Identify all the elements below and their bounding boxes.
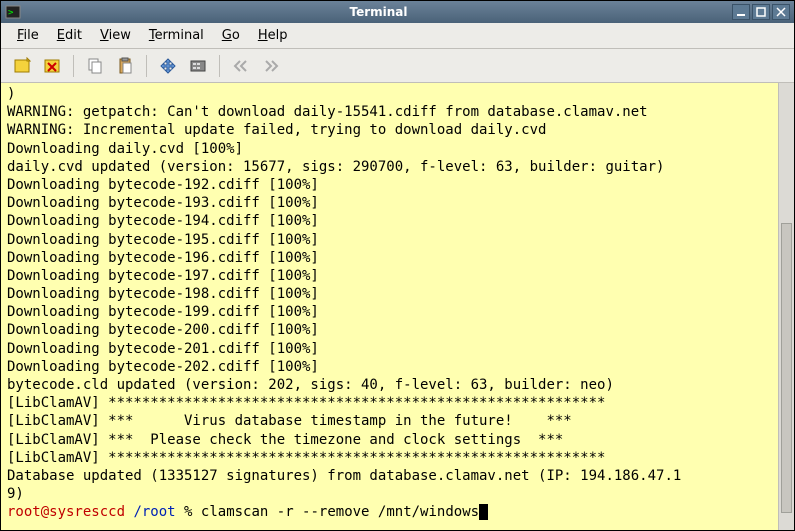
copy-button[interactable] xyxy=(82,53,108,79)
terminal-line: [LibClamAV] *** Please check the timezon… xyxy=(7,431,770,449)
menu-go[interactable]: Go xyxy=(214,26,248,45)
terminal-output[interactable]: )WARNING: getpatch: Can't download daily… xyxy=(1,83,794,530)
terminal-line: Downloading bytecode-199.cdiff [100%] xyxy=(7,303,770,321)
prompt-symbol: % xyxy=(176,504,201,520)
terminal-line: [LibClamAV] ****************************… xyxy=(7,394,770,412)
app-icon: > xyxy=(5,4,21,20)
terminal-line: Downloading bytecode-198.cdiff [100%] xyxy=(7,285,770,303)
prompt-line[interactable]: root@sysresccd /root % clamscan -r --rem… xyxy=(7,503,788,521)
toolbar-separator xyxy=(146,55,147,77)
menu-terminal[interactable]: Terminal xyxy=(141,26,212,45)
terminal-line: Downloading bytecode-195.cdiff [100%] xyxy=(7,231,770,249)
window-controls xyxy=(732,4,790,20)
fullscreen-button[interactable] xyxy=(155,53,181,79)
menu-view[interactable]: View xyxy=(92,26,139,45)
terminal-line: [LibClamAV] *** Virus database timestamp… xyxy=(7,412,770,430)
minimize-button[interactable] xyxy=(732,4,750,20)
terminal-line: Downloading bytecode-193.cdiff [100%] xyxy=(7,194,770,212)
window-title: Terminal xyxy=(25,5,732,19)
previous-button[interactable] xyxy=(228,53,254,79)
scrollbar-thumb[interactable] xyxy=(781,223,792,513)
terminal-line: daily.cvd updated (version: 15677, sigs:… xyxy=(7,158,770,176)
menu-edit[interactable]: Edit xyxy=(49,26,90,45)
terminal-line: bytecode.cld updated (version: 202, sigs… xyxy=(7,376,770,394)
terminal-line: Downloading bytecode-201.cdiff [100%] xyxy=(7,340,770,358)
maximize-button[interactable] xyxy=(752,4,770,20)
prompt-user: root@sysresccd xyxy=(7,504,125,520)
scrollbar[interactable] xyxy=(778,83,794,530)
cursor xyxy=(479,504,488,520)
terminal-line: Downloading bytecode-194.cdiff [100%] xyxy=(7,212,770,230)
terminal-line: 9) xyxy=(7,485,770,503)
close-button[interactable] xyxy=(772,4,790,20)
terminal-content: )WARNING: getpatch: Can't download daily… xyxy=(1,83,794,530)
terminal-line: WARNING: getpatch: Can't download daily-… xyxy=(7,103,770,121)
terminal-line: Downloading bytecode-197.cdiff [100%] xyxy=(7,267,770,285)
close-tab-button[interactable] xyxy=(39,53,65,79)
titlebar[interactable]: > Terminal xyxy=(1,1,794,23)
toolbar-separator xyxy=(73,55,74,77)
terminal-line: Downloading bytecode-192.cdiff [100%] xyxy=(7,176,770,194)
paste-button[interactable] xyxy=(112,53,138,79)
terminal-line: Downloading bytecode-196.cdiff [100%] xyxy=(7,249,770,267)
terminal-line: WARNING: Incremental update failed, tryi… xyxy=(7,121,770,139)
terminal-window: > Terminal File Edit View Terminal Go He… xyxy=(0,0,795,531)
toolbar-separator xyxy=(219,55,220,77)
svg-text:>: > xyxy=(8,8,14,18)
prompt-command: clamscan -r --remove /mnt/windows xyxy=(201,504,479,520)
prompt-path: /root xyxy=(133,504,175,520)
terminal-line: Downloading daily.cvd [100%] xyxy=(7,140,770,158)
terminal-line: Database updated (1335127 signatures) fr… xyxy=(7,467,770,485)
terminal-line: Downloading bytecode-202.cdiff [100%] xyxy=(7,358,770,376)
new-tab-button[interactable] xyxy=(9,53,35,79)
preferences-button[interactable] xyxy=(185,53,211,79)
terminal-line: Downloading bytecode-200.cdiff [100%] xyxy=(7,321,770,339)
terminal-line: ) xyxy=(7,85,770,103)
menu-file[interactable]: File xyxy=(9,26,47,45)
menubar: File Edit View Terminal Go Help xyxy=(1,23,794,49)
next-button[interactable] xyxy=(258,53,284,79)
toolbar xyxy=(1,49,794,83)
menu-help[interactable]: Help xyxy=(250,26,296,45)
terminal-line: [LibClamAV] ****************************… xyxy=(7,449,770,467)
